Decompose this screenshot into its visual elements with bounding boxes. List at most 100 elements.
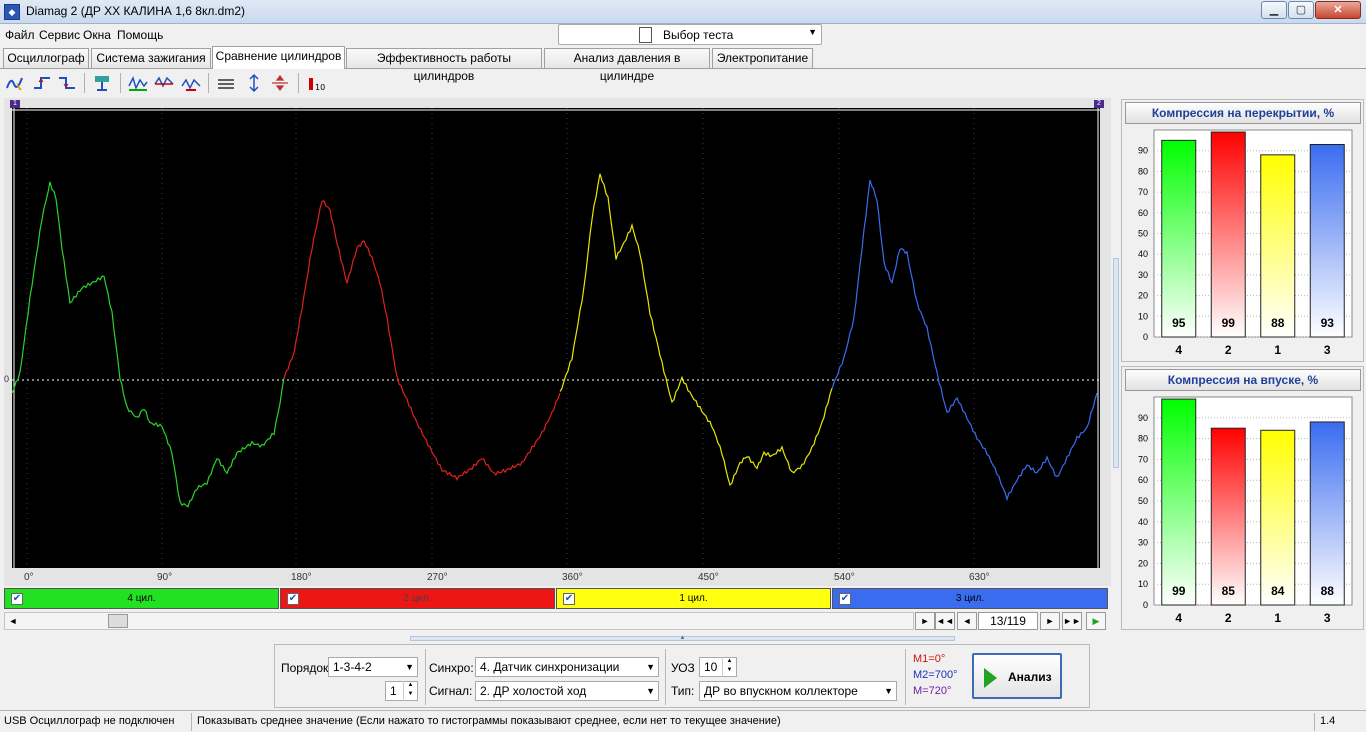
oscilloscope-plot[interactable] [12,108,1100,568]
marker-left-tag[interactable]: 1 [10,100,20,108]
bar-chart-icon[interactable]: 10 [305,72,327,94]
menu-service[interactable]: Сервис [39,28,80,42]
horizontal-lines-icon[interactable] [215,72,237,94]
controls-panel: Порядок 1-3-4-2 ▼ 1 ▲ ▼ Синхро: 4. Датчик… [274,644,1090,708]
signal-label: Сигнал: [429,684,473,698]
x-category-label: 2 [1225,343,1232,357]
chevron-down-icon: ▼ [884,686,893,696]
falling-edge-icon[interactable] [56,72,78,94]
status-version: 1.4 [1320,715,1336,727]
x-category-label: 1 [1274,343,1281,357]
menu-file[interactable]: Файл [5,28,35,42]
chart-title-overlap: Компрессия на перекрытии, % [1125,102,1361,124]
bar-value-label: 93 [1321,316,1335,330]
play-button[interactable]: ▶ [1086,612,1106,630]
y-tick-label: 40 [1138,249,1148,259]
menu-windows[interactable]: Окна [83,28,111,42]
y-tick-label: 80 [1138,434,1148,444]
analyze-button[interactable]: Анализ [972,653,1062,699]
firing-order-select[interactable]: 1-3-4-2 ▼ [328,657,418,677]
x-category-label: 1 [1274,611,1281,625]
status-bar: USB Осциллограф не подключен Показывать … [0,710,1366,732]
order-label: Порядок [281,661,329,675]
tab-cylinder-efficiency[interactable]: Эффективность работы цилиндров [346,48,542,83]
test-select-dropdown[interactable]: Выбор теста ▼ [558,24,822,45]
y-tick-label: 20 [1138,291,1148,301]
checkbox-cylinder-4[interactable]: ✔ [11,593,23,605]
center-icon[interactable] [269,72,291,94]
y-tick-label: 60 [1138,475,1148,485]
trace-cylinder-3 [831,179,1098,502]
x-category-label: 2 [1225,611,1232,625]
analyze-label: Анализ [1008,670,1052,684]
last-frame-button[interactable]: ►► [1062,612,1082,630]
type-select[interactable]: ДР во впускном коллекторе ▼ [699,681,897,701]
y-tick-label: 90 [1138,146,1148,156]
toolbar-separator [84,73,85,93]
checkbox-cylinder-3[interactable]: ✔ [839,593,851,605]
bar-chart-intake: 0 10 20 30 40 50 60 70 80 90 99 4 85 2 84 1 88 3 [1138,396,1353,625]
horizontal-splitter[interactable]: ▲ [410,635,955,641]
tab-power-supply[interactable]: Электропитание [712,48,813,68]
scroll-left-arrow[interactable]: ◄ [6,614,20,628]
tab-cylinder-compare[interactable]: Сравнение цилиндров [212,46,345,69]
sync-select[interactable]: 4. Датчик синхронизации ▼ [475,657,659,677]
y-tick-label: 50 [1138,229,1148,239]
document-gear-icon [639,27,652,43]
close-button[interactable]: ✕ [1315,1,1361,19]
order-spinner-arrows[interactable]: ▲ ▼ [403,681,417,701]
maximize-button[interactable]: ▢ [1288,1,1314,19]
cylinder-bar-2[interactable]: ✔ 2 цил. [280,588,555,609]
tab-ignition[interactable]: Система зажигания [91,48,211,68]
cursor-wave-icon[interactable] [4,72,26,94]
degree-label: 540° [834,572,855,583]
cylinder-split-icon[interactable] [127,72,149,94]
cylinder-bar-4[interactable]: ✔ 4 цил. [4,588,279,609]
cylinder-bar-3[interactable]: ✔ 3 цил. [832,588,1108,609]
checkbox-cylinder-2[interactable]: ✔ [287,593,299,605]
trace-cylinder-1 [559,173,833,487]
y-tick-label: 60 [1138,208,1148,218]
minimize-button[interactable]: ▁ [1261,1,1287,19]
tab-oscilloscope[interactable]: Осциллограф [3,48,89,68]
chart-panel-intake: Компрессия на впуске, % 0 10 20 30 40 50 60 70 8… [1121,366,1364,630]
cylinder-shift-icon[interactable] [180,72,202,94]
y-tick-label: 10 [1138,579,1148,589]
toolbar-separator [298,73,299,93]
type-value: ДР во впускном коллекторе [704,684,858,698]
vertical-splitter[interactable] [1113,258,1119,468]
prev-frame-button[interactable]: ◄ [957,612,977,630]
first-frame-button[interactable]: ◄◄ [935,612,955,630]
horizontal-scrollbar[interactable]: ◄ [4,612,914,630]
bar-value-label: 99 [1222,316,1236,330]
scroll-thumb[interactable] [108,614,128,628]
y-tick-label: 90 [1138,413,1148,423]
toolbar: 10 [0,70,1366,96]
toolbar-separator [120,73,121,93]
menu-help[interactable]: Помощь [117,28,163,42]
bar-value-label: 85 [1222,584,1236,598]
bar-cylinder-1 [1260,154,1296,338]
next-frame-button[interactable]: ► [1040,612,1060,630]
tab-pressure-analysis[interactable]: Анализ давления в цилиндре [544,48,710,83]
checkbox-cylinder-1[interactable]: ✔ [563,593,575,605]
cylinder-overlay-icon[interactable] [153,72,175,94]
y-tick-label: 0 [1143,600,1148,610]
uoz-spinner-arrows[interactable]: ▲ ▼ [722,657,736,677]
status-hint: Показывать среднее значение (Если нажато… [193,713,1315,731]
cylinder-bar-1[interactable]: ✔ 1 цил. [556,588,831,609]
uoz-value: 10 [704,660,718,674]
bar-cylinder-1 [1260,429,1296,606]
signal-probe-icon[interactable] [91,72,113,94]
svg-text:10: 10 [315,83,325,92]
chevron-down-icon: ▼ [808,27,817,37]
rising-edge-icon[interactable] [31,72,53,94]
uoz-label: УОЗ [671,661,695,675]
bar-value-label: 88 [1271,316,1285,330]
marker-right-tag[interactable]: 2 [1094,100,1104,108]
x-category-label: 4 [1175,611,1182,625]
vertical-scale-icon[interactable] [243,72,265,94]
signal-value: 2. ДР холостой ход [480,684,587,698]
signal-select[interactable]: 2. ДР холостой ход ▼ [475,681,659,701]
step-forward-button[interactable]: ► [915,612,935,630]
